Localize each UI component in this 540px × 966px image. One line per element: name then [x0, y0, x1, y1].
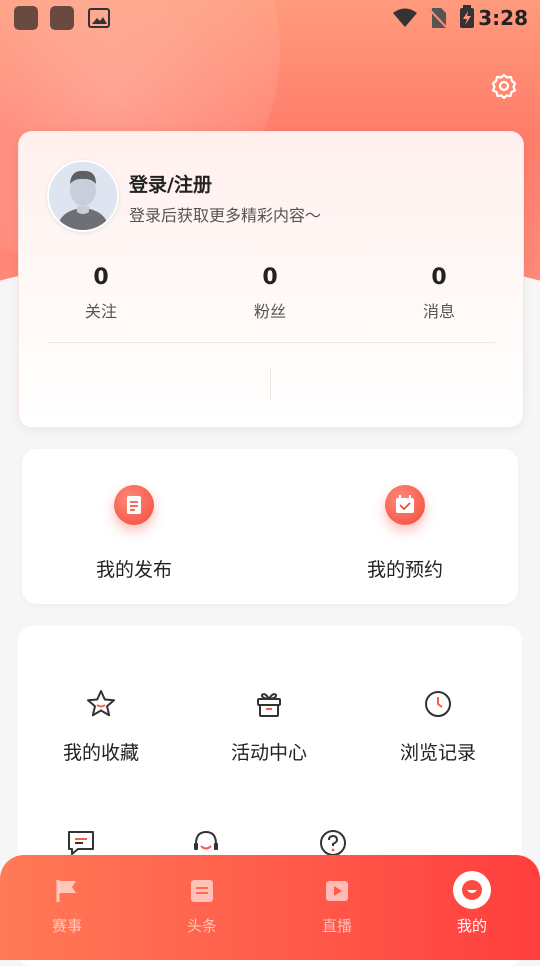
calendar-check-icon — [385, 485, 425, 525]
browse-history-button[interactable]: 浏览记录 — [358, 688, 518, 765]
tab-label: 直播 — [321, 917, 352, 935]
settings-gear-icon[interactable] — [490, 72, 518, 100]
stat-value: 0 — [262, 265, 278, 290]
status-bar: 3:28 — [0, 0, 540, 36]
stat-messages[interactable]: 0 消息 — [379, 265, 499, 322]
my-favorites-button[interactable]: 我的收藏 — [21, 688, 181, 765]
notification-app-icon — [50, 6, 74, 30]
stat-label: 消息 — [422, 302, 455, 321]
clock-icon — [425, 691, 451, 717]
tab-label: 赛事 — [51, 917, 82, 935]
my-reservations-button[interactable]: 我的预约 — [305, 485, 505, 582]
my-reservations-label: 我的预约 — [366, 559, 443, 581]
stat-label: 粉丝 — [253, 302, 286, 321]
activity-center-button[interactable]: 活动中心 — [189, 688, 349, 765]
star-icon — [87, 690, 115, 717]
play-icon — [326, 881, 348, 901]
tab-events[interactable]: 赛事 — [22, 877, 112, 936]
notification-app-icon — [14, 6, 38, 30]
message-icon[interactable] — [66, 828, 96, 858]
tab-label: 头条 — [186, 917, 217, 935]
news-icon — [191, 880, 213, 902]
stat-label: 关注 — [84, 302, 117, 321]
stat-following[interactable]: 0 关注 — [41, 265, 161, 322]
my-posts-label: 我的发布 — [95, 559, 172, 581]
wifi-icon — [393, 8, 417, 27]
default-avatar-icon — [49, 162, 117, 230]
user-card: 登录/注册 登录后获取更多精彩内容～ 0 关注 0 粉丝 0 消息 — [18, 131, 524, 428]
document-icon — [114, 485, 154, 525]
tab-label: 我的 — [456, 917, 487, 935]
my-posts-button[interactable]: 我的发布 — [34, 485, 234, 582]
headset-icon[interactable] — [191, 828, 221, 858]
quick-actions-card: 我的发布 我的预约 — [22, 449, 518, 604]
divider — [270, 368, 271, 400]
divider — [47, 342, 495, 343]
battery-charging-icon — [460, 5, 474, 28]
tab-live[interactable]: 直播 — [292, 877, 382, 936]
status-time: 3:28 — [478, 6, 528, 30]
stat-fans[interactable]: 0 粉丝 — [210, 265, 330, 322]
flag-icon — [56, 880, 76, 902]
stat-value: 0 — [431, 265, 447, 290]
profile-icon — [453, 871, 491, 909]
gift-icon — [257, 693, 281, 717]
stat-value: 0 — [93, 265, 109, 290]
login-register-link[interactable]: 登录/注册 — [129, 170, 212, 197]
help-icon[interactable] — [318, 828, 348, 858]
tab-mine[interactable]: 我的 — [427, 871, 517, 936]
login-subtitle: 登录后获取更多精彩内容～ — [129, 206, 322, 225]
menu-label: 浏览记录 — [399, 742, 476, 764]
menu-label: 我的收藏 — [62, 742, 139, 764]
no-sim-icon — [428, 8, 448, 29]
avatar[interactable] — [47, 160, 119, 232]
bottom-tab-bar: 赛事 头条 直播 我的 — [0, 855, 540, 960]
image-icon — [88, 8, 110, 28]
menu-label: 活动中心 — [230, 742, 307, 764]
tab-headlines[interactable]: 头条 — [157, 877, 247, 936]
